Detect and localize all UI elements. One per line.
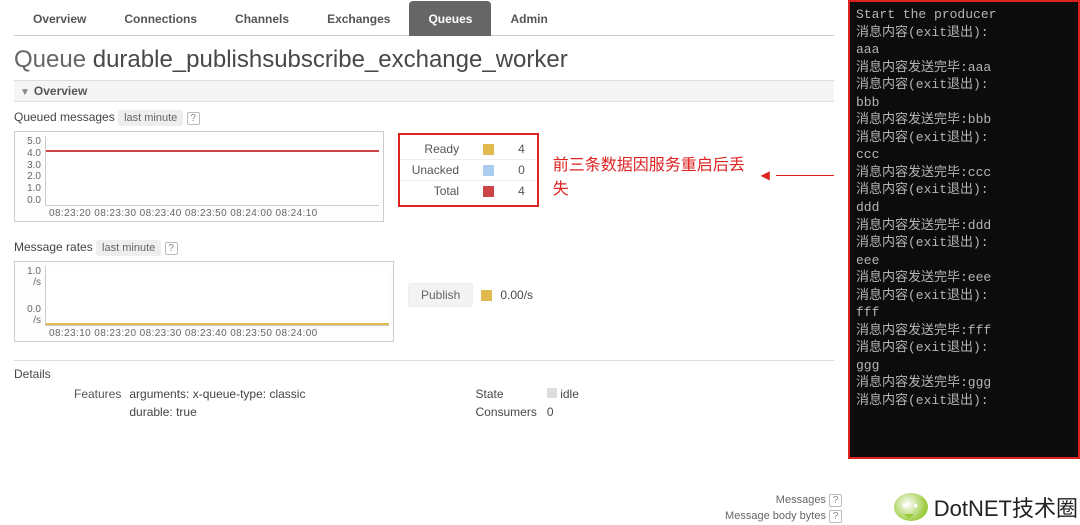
messages-help[interactable]: ? [829, 494, 842, 507]
legend-unacked-value: 0 [506, 160, 537, 181]
watermark: • • DotNET技术圈 [894, 491, 1078, 523]
legend-total-label: Total [400, 181, 471, 202]
state-val: idle [560, 387, 579, 401]
message-rates-label: Message rates [14, 240, 93, 254]
nav-tabs: Overview Connections Channels Exchanges … [14, 0, 834, 36]
wechat-icon: • • [894, 493, 928, 521]
arguments-key: x-queue-type: [193, 387, 266, 401]
page-title-prefix: Queue [14, 46, 93, 73]
state-label: State [475, 387, 536, 401]
annotation-text: 前三条数据因服务重启后丢失 [553, 151, 755, 199]
tab-exchanges[interactable]: Exchanges [308, 1, 409, 36]
section-overview-label: Overview [34, 84, 87, 98]
queue-name: durable_publishsubscribe_exchange_worker [93, 46, 568, 73]
arguments-val: classic [269, 387, 305, 401]
arrow-line-icon [776, 175, 834, 176]
terminal-output: Start the producer消息内容(exit退出):aaa消息内容发送… [848, 0, 1080, 459]
durable-label: durable: [129, 405, 172, 419]
message-rates-label-row: Message rates last minute ? [14, 240, 834, 255]
queued-messages-label: Queued messages [14, 110, 115, 124]
swatch-yellow-icon [483, 144, 494, 155]
state-indicator-icon [547, 388, 557, 398]
legend-total-value: 4 [506, 181, 537, 202]
series-publish-line [46, 323, 389, 325]
queued-messages-help[interactable]: ? [187, 112, 200, 125]
section-details-label: Details [14, 367, 834, 381]
queued-chart-plot [45, 136, 379, 206]
queued-chart-xaxis: 08:23:20 08:23:30 08:23:40 08:23:50 08:2… [19, 206, 379, 221]
watermark-text: DotNET技术圈 [934, 491, 1078, 523]
legend-unacked-label: Unacked [400, 160, 471, 181]
arguments-label: arguments: [129, 387, 189, 401]
tab-overview[interactable]: Overview [14, 1, 105, 36]
queued-messages-range[interactable]: last minute [118, 110, 183, 126]
swatch-blue-icon [483, 165, 494, 176]
mbb-label: Message body bytes [725, 510, 826, 522]
publish-label: Publish [408, 283, 473, 307]
publish-rate: 0.00/s [500, 288, 533, 302]
arrow-left-icon [761, 166, 770, 184]
tab-channels[interactable]: Channels [216, 1, 308, 36]
swatch-yellow-icon [481, 290, 492, 301]
right-detail-labels: Messages ? Message body bytes ? [725, 491, 842, 523]
mbb-help[interactable]: ? [829, 510, 842, 523]
rates-chart-plot [45, 266, 389, 326]
section-overview-header[interactable]: ▼ Overview [14, 80, 834, 102]
rates-chart-yaxis: 1.0 /s 0.0 /s [19, 266, 45, 326]
tab-queues[interactable]: Queues [409, 1, 491, 36]
messages-label: Messages [776, 494, 826, 506]
legend-ready-label: Ready [400, 139, 471, 160]
page-title: Queue durable_publishsubscribe_exchange_… [14, 46, 834, 74]
rates-chart-xaxis: 08:23:10 08:23:20 08:23:30 08:23:40 08:2… [19, 326, 389, 341]
legend-ready-value: 4 [506, 139, 537, 160]
annotation: 前三条数据因服务重启后丢失 [553, 151, 834, 199]
consumers-label: Consumers [475, 405, 536, 419]
message-rates-range[interactable]: last minute [96, 240, 161, 256]
message-rates-help[interactable]: ? [165, 242, 178, 255]
swatch-red-icon [483, 186, 494, 197]
durable-val: true [176, 405, 197, 419]
queued-chart-yaxis: 5.04.03.02.01.00.0 [19, 136, 45, 206]
queued-messages-legend: Ready 4 Unacked 0 Total 4 [398, 133, 539, 207]
message-rates-legend: Publish 0.00/s [408, 283, 533, 307]
queued-messages-chart: 5.04.03.02.01.00.0 08:23:20 08:23:30 08:… [14, 131, 384, 222]
message-rates-chart: 1.0 /s 0.0 /s 08:23:10 08:23:20 08:23:30… [14, 261, 394, 342]
tab-admin[interactable]: Admin [491, 1, 566, 36]
consumers-val: 0 [547, 405, 579, 419]
tab-connections[interactable]: Connections [105, 1, 216, 36]
caret-down-icon: ▼ [20, 87, 30, 98]
features-label: Features [74, 387, 121, 401]
queued-messages-label-row: Queued messages last minute ? [14, 110, 834, 125]
